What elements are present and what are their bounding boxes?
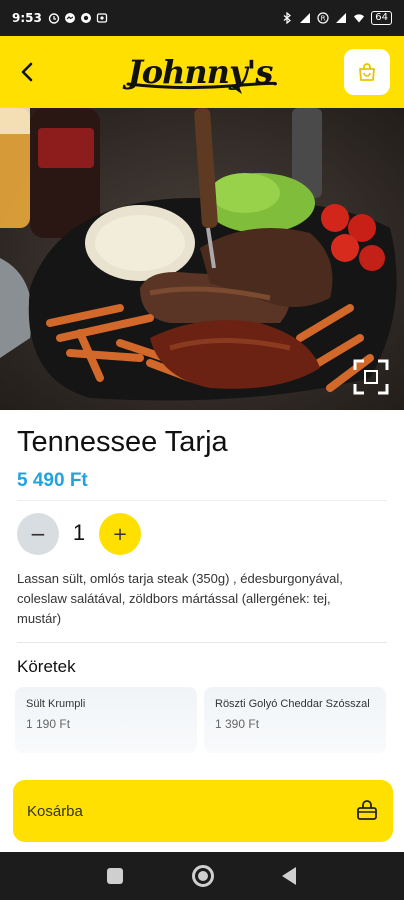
bluetooth-icon (283, 12, 292, 24)
gallery-icon (96, 13, 108, 23)
add-to-cart-button[interactable]: Kosárba (13, 780, 393, 842)
record-icon (80, 13, 91, 23)
sides-list: Sült Krumpli 1 190 Ft Röszti Golyó Chedd… (15, 687, 390, 753)
side-option-price: 1 190 Ft (26, 717, 71, 731)
side-option-name: Röszti Golyó Cheddar Szósszal (215, 698, 370, 710)
system-icons: R 64 (281, 11, 392, 25)
plus-icon: + (112, 523, 128, 545)
notification-icons (48, 12, 108, 24)
product-image (0, 108, 404, 410)
side-option-price: 1 390 Ft (215, 717, 260, 731)
divider (17, 500, 387, 501)
system-nav-bar (0, 852, 404, 900)
roaming-icon: R (317, 12, 329, 24)
back-arrow-icon (21, 62, 33, 82)
product-description: Lassan sült, omlós tarja steak (350g) , … (17, 571, 343, 626)
svg-text:R: R (321, 15, 326, 23)
side-option-name: Sült Krumpli (26, 698, 86, 710)
divider (17, 642, 387, 643)
shopping-bag-icon (359, 63, 375, 81)
side-option-card[interactable]: Sült Krumpli 1 190 Ft (15, 687, 197, 753)
fullscreen-icon[interactable] (352, 358, 390, 396)
minus-icon: − (29, 522, 47, 546)
sides-section-title: Köretek (17, 657, 76, 676)
app-header: Johnny's (0, 36, 404, 108)
quantity-value: 1 (72, 520, 86, 545)
cart-button[interactable] (344, 49, 390, 95)
quantity-decrease-button[interactable]: − (17, 513, 59, 555)
product-price: 5 490 Ft (17, 470, 88, 491)
battery-icon: 64 (371, 11, 392, 25)
basket-icon (357, 800, 377, 820)
quantity-increase-button[interactable]: + (99, 513, 141, 555)
status-bar: 9:53 R 64 (0, 0, 404, 36)
signal-icon (300, 13, 311, 23)
product-title: Tennessee Tarja (17, 426, 228, 458)
messenger-icon (64, 13, 75, 23)
add-to-cart-label: Kosárba (27, 802, 83, 820)
food-photo (0, 108, 404, 410)
status-time: 9:53 (12, 11, 42, 25)
alarm-icon (48, 13, 60, 24)
logo-text: Johnny's (127, 53, 274, 91)
side-option-card[interactable]: Röszti Golyó Cheddar Szósszal 1 390 Ft (204, 687, 386, 753)
nav-back-button[interactable] (282, 867, 296, 885)
back-button[interactable] (12, 56, 44, 88)
brand-logo: Johnny's (120, 44, 280, 100)
home-button[interactable] (192, 865, 214, 887)
wifi-icon (354, 14, 365, 23)
signal-icon (336, 13, 347, 23)
recents-button[interactable] (107, 868, 123, 884)
